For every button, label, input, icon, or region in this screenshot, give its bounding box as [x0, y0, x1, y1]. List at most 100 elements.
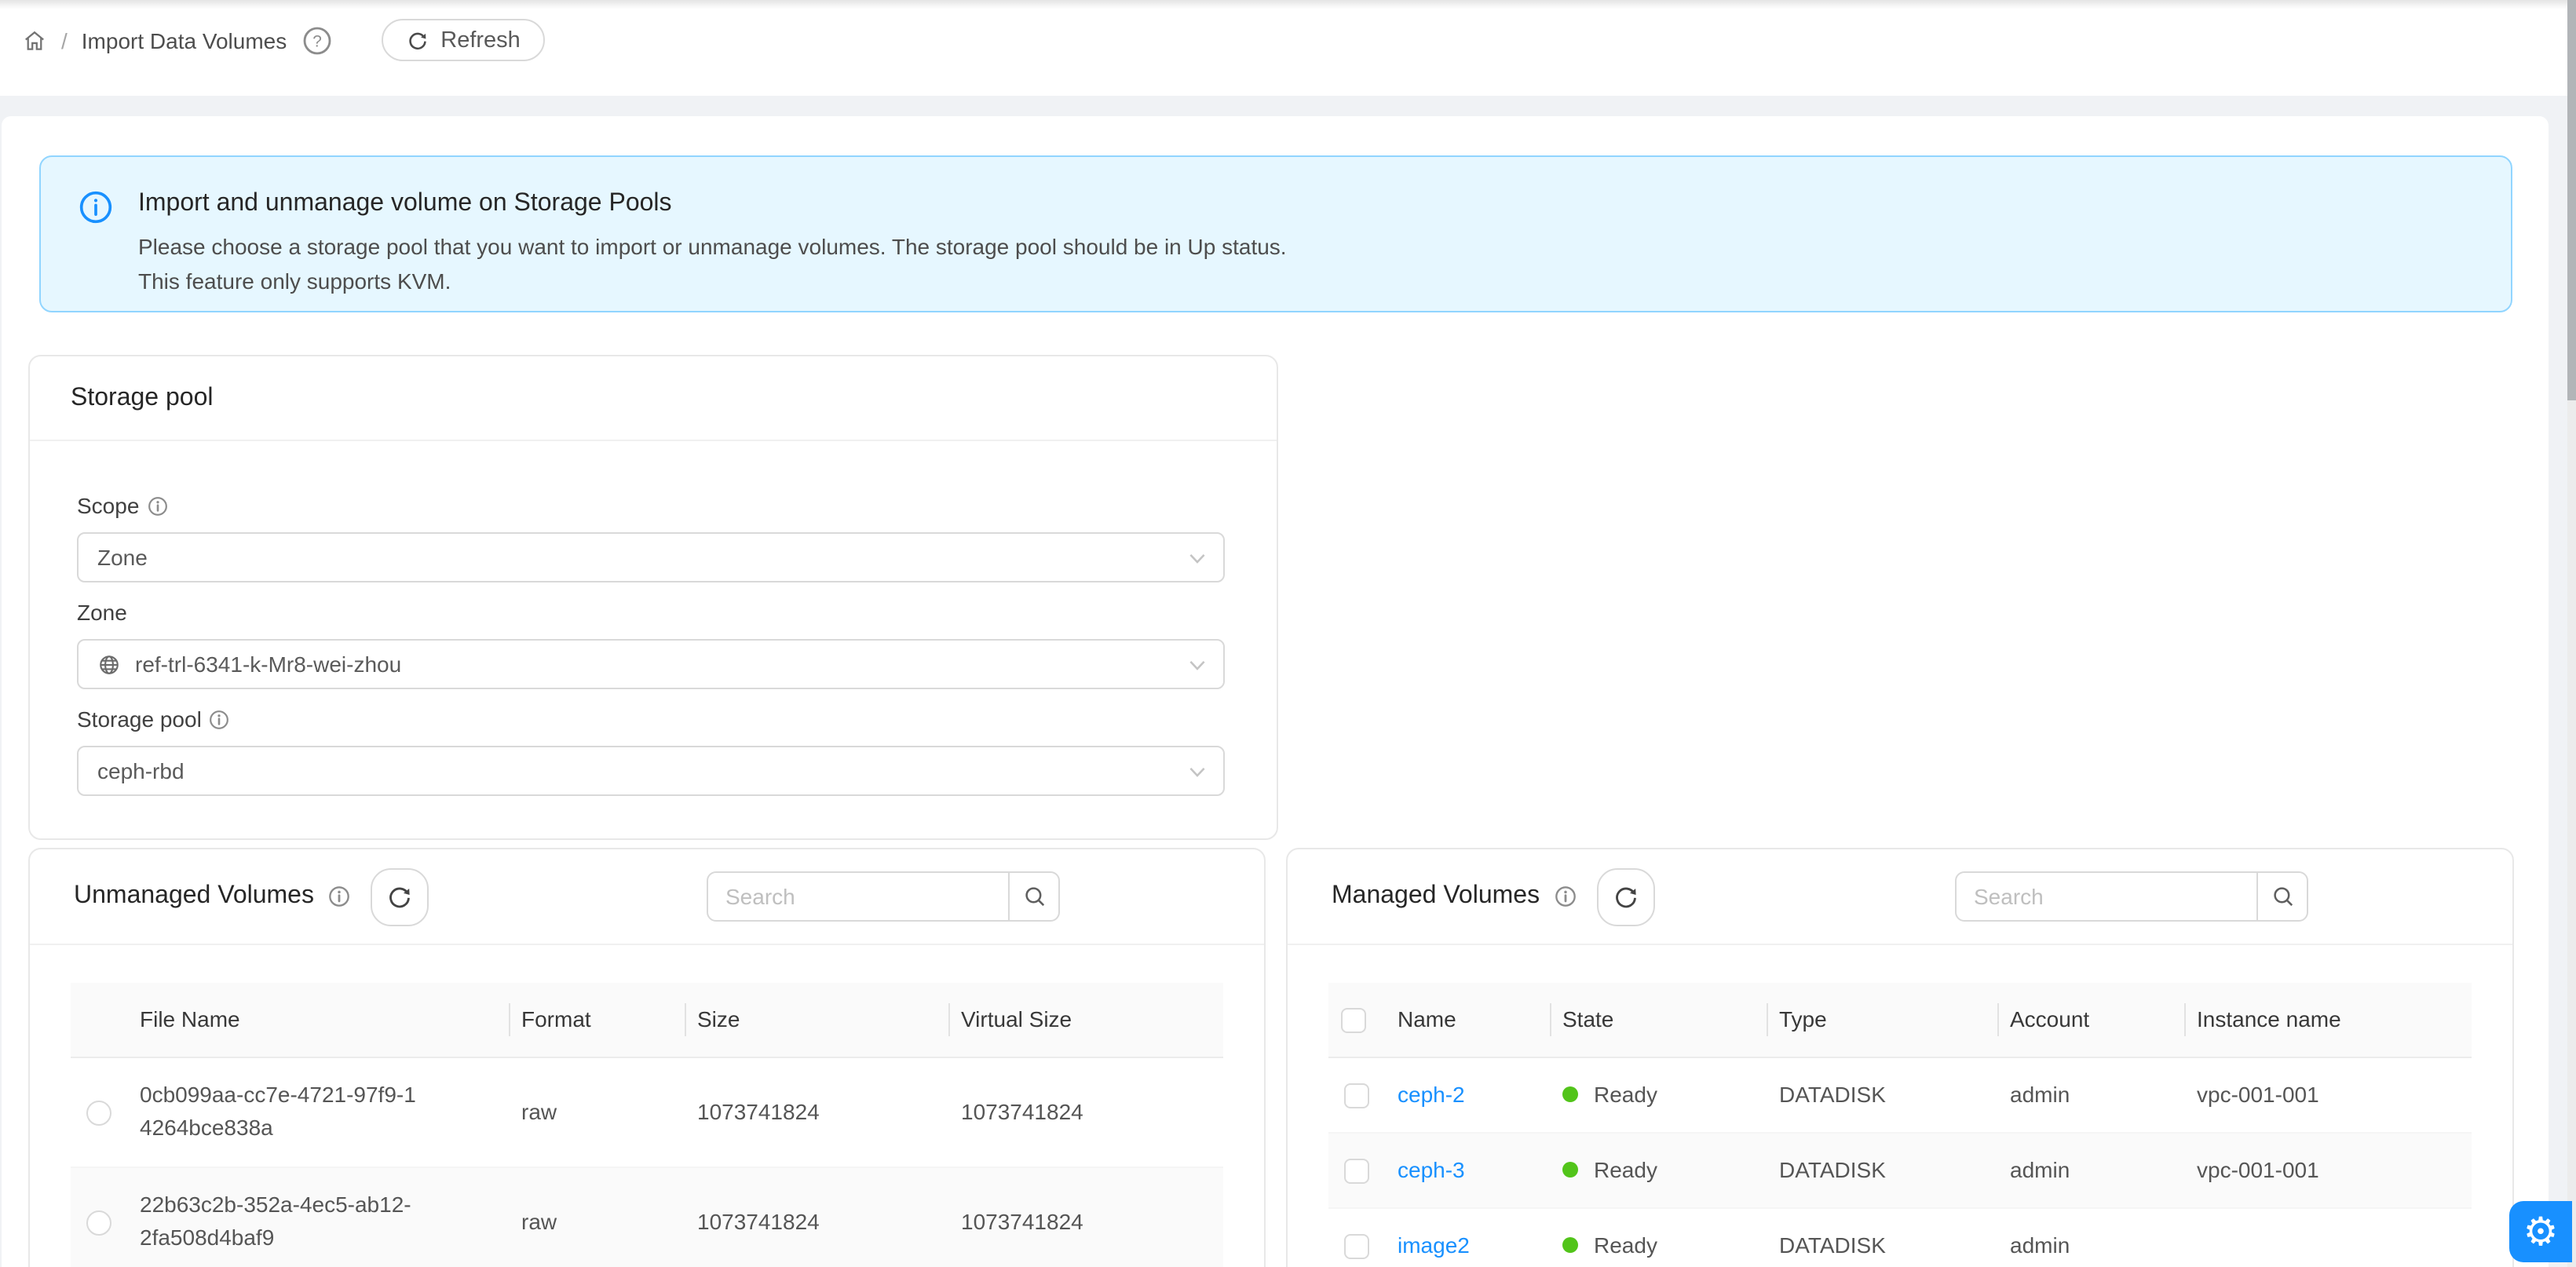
- content-area: Import and unmanage volume on Storage Po…: [2, 116, 2549, 1267]
- instance-name-cell: [2184, 1207, 2472, 1267]
- table-row: ceph-2 Ready DATADISK admin vpc-001-001: [1328, 1057, 2472, 1132]
- status-dot: [1562, 1237, 1578, 1253]
- unmanaged-refresh-button[interactable]: [371, 867, 429, 926]
- volume-name-link[interactable]: ceph-3: [1398, 1157, 1465, 1182]
- column-header-file-name: File Name: [127, 983, 509, 1057]
- unmanaged-volumes-title: Unmanaged Volumes: [74, 882, 314, 911]
- unmanaged-volumes-header: Unmanaged Volumes: [30, 849, 1264, 945]
- managed-volumes-title: Managed Volumes: [1332, 882, 1540, 911]
- virtual-size-cell: 1073741824: [948, 1167, 1223, 1267]
- row-radio[interactable]: [86, 1100, 111, 1125]
- table-row: ceph-3 Ready DATADISK admin vpc-001-001: [1328, 1132, 2472, 1207]
- scrollbar-thumb[interactable]: [2567, 0, 2576, 400]
- unmanaged-search: [707, 871, 1060, 922]
- unmanaged-volumes-table: File Name Format Size Virtual Size 0cb09…: [71, 983, 1223, 1267]
- column-header-state: State: [1550, 983, 1767, 1057]
- zone-label: Zone: [77, 597, 127, 628]
- row-checkbox[interactable]: [1344, 1233, 1369, 1258]
- storage-pool-card-title: Storage pool: [30, 356, 1277, 441]
- storage-pool-select-value: ceph-rbd: [97, 758, 185, 783]
- managed-search-input[interactable]: [1955, 871, 2258, 922]
- table-row: 22b63c2b-352a-4ec5-ab12-2fa508d4baf9 raw…: [71, 1167, 1223, 1267]
- select-all-checkbox[interactable]: [1341, 1008, 1366, 1033]
- file-name-cell: 22b63c2b-352a-4ec5-ab12-2fa508d4baf9: [140, 1188, 422, 1254]
- reload-icon: [406, 29, 428, 51]
- reload-icon: [386, 883, 413, 910]
- vertical-scrollbar[interactable]: [2567, 0, 2576, 1267]
- row-checkbox[interactable]: [1344, 1158, 1369, 1183]
- type-cell: DATADISK: [1767, 1207, 1997, 1267]
- state-cell: Ready: [1562, 1157, 1754, 1182]
- reload-icon: [1612, 883, 1639, 910]
- instance-name-cell: vpc-001-001: [2184, 1132, 2472, 1207]
- account-cell: admin: [1997, 1207, 2184, 1267]
- state-cell: Ready: [1562, 1232, 1754, 1258]
- storage-pool-select[interactable]: ceph-rbd: [77, 746, 1225, 796]
- info-circle-icon[interactable]: [147, 495, 167, 516]
- account-cell: admin: [1997, 1132, 2184, 1207]
- account-cell: admin: [1997, 1057, 2184, 1132]
- breadcrumb-current-page: Import Data Volumes: [82, 27, 287, 53]
- unmanaged-volumes-panel: Unmanaged Volumes: [28, 848, 1266, 1267]
- alert-description-line2: This feature only supports KVM.: [138, 264, 1287, 298]
- breadcrumb-separator: /: [61, 27, 68, 53]
- column-header-format: Format: [509, 983, 685, 1057]
- info-alert: Import and unmanage volume on Storage Po…: [39, 155, 2512, 312]
- instance-name-cell: vpc-001-001: [2184, 1057, 2472, 1132]
- managed-refresh-button[interactable]: [1596, 867, 1654, 926]
- managed-search-button[interactable]: [2256, 871, 2308, 922]
- volume-name-link[interactable]: ceph-2: [1398, 1082, 1465, 1107]
- table-row: 0cb099aa-cc7e-4721-97f9-14264bce838a raw…: [71, 1057, 1223, 1167]
- alert-title: Import and unmanage volume on Storage Po…: [138, 185, 1287, 223]
- status-dot: [1562, 1162, 1578, 1178]
- managed-volumes-panel: Managed Volumes: [1286, 848, 2514, 1267]
- home-icon[interactable]: [22, 27, 47, 53]
- info-circle-icon: [79, 190, 113, 225]
- scope-select[interactable]: Zone: [77, 532, 1225, 582]
- breadcrumb-bar: / Import Data Volumes ? Refresh: [0, 0, 2576, 96]
- breadcrumb: / Import Data Volumes ? Refresh: [22, 19, 546, 61]
- alert-content: Import and unmanage volume on Storage Po…: [138, 185, 1287, 311]
- format-cell: raw: [509, 1167, 685, 1267]
- file-name-cell: 0cb099aa-cc7e-4721-97f9-14264bce838a: [140, 1079, 422, 1145]
- state-cell: Ready: [1562, 1082, 1754, 1107]
- chevron-down-icon: [1189, 553, 1206, 565]
- status-dot: [1562, 1086, 1578, 1102]
- refresh-button-label: Refresh: [440, 27, 521, 53]
- column-header-size: Size: [685, 983, 948, 1057]
- search-icon: [2270, 884, 2295, 909]
- storage-pool-label: Storage pool: [77, 703, 230, 735]
- size-cell: 1073741824: [685, 1057, 948, 1167]
- format-cell: raw: [509, 1057, 685, 1167]
- question-circle-icon[interactable]: ?: [301, 24, 332, 56]
- gear-icon: ⚙: [2523, 1212, 2559, 1251]
- zone-select[interactable]: ref-trl-6341-k-Mr8-wei-zhou: [77, 639, 1225, 689]
- row-checkbox[interactable]: [1344, 1083, 1369, 1108]
- row-radio[interactable]: [86, 1210, 111, 1235]
- volume-name-link[interactable]: image2: [1398, 1232, 1470, 1258]
- column-header-type: Type: [1767, 983, 1997, 1057]
- search-icon: [1021, 884, 1047, 909]
- column-header-name: Name: [1385, 983, 1550, 1057]
- column-header-account: Account: [1997, 983, 2184, 1057]
- unmanaged-search-button[interactable]: [1008, 871, 1060, 922]
- chevron-down-icon: [1189, 766, 1206, 779]
- info-circle-icon[interactable]: [210, 709, 230, 729]
- type-cell: DATADISK: [1767, 1132, 1997, 1207]
- settings-fab-button[interactable]: ⚙: [2509, 1201, 2572, 1262]
- zone-select-value: ref-trl-6341-k-Mr8-wei-zhou: [135, 652, 401, 677]
- table-header-row: Name State Type Account Instance name: [1328, 983, 2472, 1057]
- table-row: image2 Ready DATADISK admin: [1328, 1207, 2472, 1267]
- refresh-button[interactable]: Refresh: [381, 19, 546, 61]
- alert-description-line1: Please choose a storage pool that you wa…: [138, 229, 1287, 264]
- unmanaged-search-input[interactable]: [707, 871, 1010, 922]
- info-circle-icon[interactable]: [1554, 885, 1576, 907]
- chevron-down-icon: [1189, 659, 1206, 672]
- svg-text:?: ?: [312, 31, 321, 49]
- column-header-virtual-size: Virtual Size: [948, 983, 1223, 1057]
- size-cell: 1073741824: [685, 1167, 948, 1267]
- globe-icon: [97, 652, 121, 676]
- info-circle-icon[interactable]: [328, 885, 350, 907]
- virtual-size-cell: 1073741824: [948, 1057, 1223, 1167]
- managed-search: [1955, 871, 2308, 922]
